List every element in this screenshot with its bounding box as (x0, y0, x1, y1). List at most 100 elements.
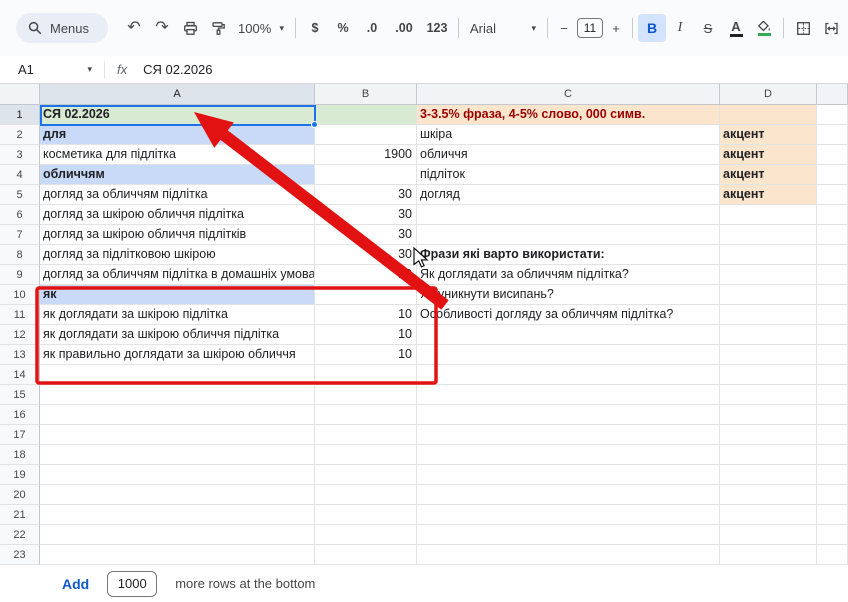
column-header-partial[interactable] (817, 84, 848, 105)
cell-partial5[interactable] (817, 185, 848, 205)
cell-partial3[interactable] (817, 145, 848, 165)
cell-A23[interactable] (40, 545, 315, 565)
cell-B13[interactable]: 10 (315, 345, 417, 365)
decrease-decimal-button[interactable]: .0 (357, 14, 387, 42)
row-header-12[interactable]: 12 (0, 325, 40, 345)
cell-partial4[interactable] (817, 165, 848, 185)
cell-D19[interactable] (720, 465, 817, 485)
row-header-17[interactable]: 17 (0, 425, 40, 445)
cell-partial2[interactable] (817, 125, 848, 145)
formula-input[interactable]: СЯ 02.2026 (143, 62, 212, 77)
cell-partial1[interactable] (817, 105, 848, 125)
cell-C7[interactable] (417, 225, 720, 245)
cell-A3[interactable]: косметика для підлітка (40, 145, 315, 165)
cell-B20[interactable] (315, 485, 417, 505)
cell-B4[interactable] (315, 165, 417, 185)
cell-C11[interactable]: Особливості догляду за обличчям підлітка… (417, 305, 720, 325)
cell-C4[interactable]: підліток (417, 165, 720, 185)
row-header-4[interactable]: 4 (0, 165, 40, 185)
cell-C19[interactable] (417, 465, 720, 485)
cell-partial21[interactable] (817, 505, 848, 525)
cell-B1[interactable] (315, 105, 417, 125)
italic-button[interactable]: I (666, 14, 694, 42)
cell-B15[interactable] (315, 385, 417, 405)
row-header-11[interactable]: 11 (0, 305, 40, 325)
cell-partial12[interactable] (817, 325, 848, 345)
cell-C1[interactable]: 3-3.5% фраза, 4-5% слово, 000 симв. (417, 105, 720, 125)
cell-A14[interactable] (40, 365, 315, 385)
percent-format-button[interactable]: % (329, 14, 357, 42)
cell-partial6[interactable] (817, 205, 848, 225)
add-rows-button[interactable]: Add (62, 576, 89, 592)
redo-button[interactable]: ↷ (148, 14, 176, 42)
cell-C9[interactable]: Як доглядати за обличчям підлітка? (417, 265, 720, 285)
cell-B11[interactable]: 10 (315, 305, 417, 325)
zoom-selector[interactable]: 100% ▾ (232, 14, 290, 42)
row-header-2[interactable]: 2 (0, 125, 40, 145)
cell-D3[interactable]: акцент (720, 145, 817, 165)
cell-D18[interactable] (720, 445, 817, 465)
cell-partial11[interactable] (817, 305, 848, 325)
cell-C12[interactable] (417, 325, 720, 345)
cell-B3[interactable]: 1900 (315, 145, 417, 165)
cell-B18[interactable] (315, 445, 417, 465)
cell-partial9[interactable] (817, 265, 848, 285)
cell-A6[interactable]: догляд за шкірою обличчя підлітка (40, 205, 315, 225)
cell-C13[interactable] (417, 345, 720, 365)
cell-B14[interactable] (315, 365, 417, 385)
name-box[interactable]: A1 ▾ (18, 62, 92, 77)
row-header-20[interactable]: 20 (0, 485, 40, 505)
cell-A18[interactable] (40, 445, 315, 465)
cell-B16[interactable] (315, 405, 417, 425)
row-header-13[interactable]: 13 (0, 345, 40, 365)
row-header-10[interactable]: 10 (0, 285, 40, 305)
cell-D17[interactable] (720, 425, 817, 445)
cell-C8[interactable]: Фрази які варто використати: (417, 245, 720, 265)
cell-C10[interactable]: Як уникнути висипань? (417, 285, 720, 305)
cell-D23[interactable] (720, 545, 817, 565)
row-header-9[interactable]: 9 (0, 265, 40, 285)
column-header-A[interactable]: A (40, 84, 315, 105)
cell-D12[interactable] (720, 325, 817, 345)
cell-A13[interactable]: як правильно доглядати за шкірою обличчя (40, 345, 315, 365)
cell-D10[interactable] (720, 285, 817, 305)
cell-C21[interactable] (417, 505, 720, 525)
cell-A10[interactable]: як (40, 285, 315, 305)
bold-button[interactable]: B (638, 14, 666, 42)
row-header-8[interactable]: 8 (0, 245, 40, 265)
column-header-D[interactable]: D (720, 84, 817, 105)
cell-B12[interactable]: 10 (315, 325, 417, 345)
cell-A19[interactable] (40, 465, 315, 485)
cell-D15[interactable] (720, 385, 817, 405)
cell-D2[interactable]: акцент (720, 125, 817, 145)
cell-partial18[interactable] (817, 445, 848, 465)
cell-A1[interactable]: СЯ 02.2026 (40, 105, 315, 125)
row-header-23[interactable]: 23 (0, 545, 40, 565)
row-header-5[interactable]: 5 (0, 185, 40, 205)
cell-A4[interactable]: обличчям (40, 165, 315, 185)
cell-B19[interactable] (315, 465, 417, 485)
cell-B8[interactable]: 30 (315, 245, 417, 265)
cell-C17[interactable] (417, 425, 720, 445)
cell-C14[interactable] (417, 365, 720, 385)
cell-D1[interactable] (720, 105, 817, 125)
rows-count-input[interactable] (107, 570, 158, 597)
print-button[interactable] (176, 14, 204, 42)
merge-cells-button[interactable] (817, 14, 845, 42)
cell-C23[interactable] (417, 545, 720, 565)
cell-A8[interactable]: догляд за підлітковою шкірою (40, 245, 315, 265)
cell-partial17[interactable] (817, 425, 848, 445)
cell-partial15[interactable] (817, 385, 848, 405)
cell-A7[interactable]: догляд за шкірою обличчя підлітків (40, 225, 315, 245)
cell-D21[interactable] (720, 505, 817, 525)
cell-D4[interactable]: акцент (720, 165, 817, 185)
cell-A20[interactable] (40, 485, 315, 505)
row-header-21[interactable]: 21 (0, 505, 40, 525)
row-header-3[interactable]: 3 (0, 145, 40, 165)
column-header-B[interactable]: B (315, 84, 417, 105)
cell-D9[interactable] (720, 265, 817, 285)
cell-D13[interactable] (720, 345, 817, 365)
cell-partial10[interactable] (817, 285, 848, 305)
font-family-selector[interactable]: Arial ▾ (464, 14, 542, 42)
undo-button[interactable]: ↶ (120, 14, 148, 42)
